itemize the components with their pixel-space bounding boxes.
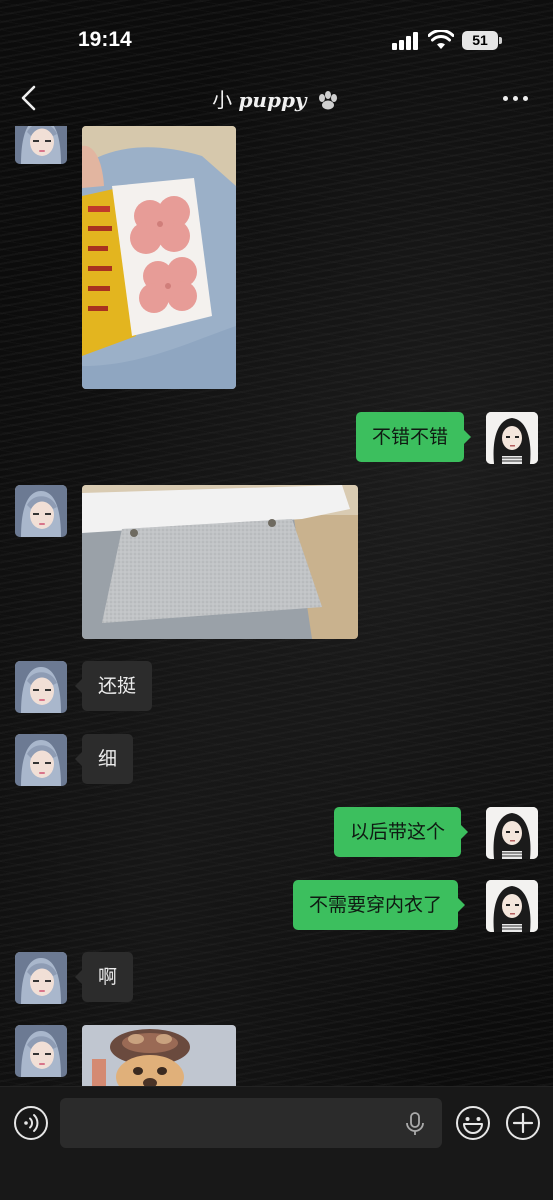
my-avatar[interactable] <box>486 412 538 464</box>
contact-avatar[interactable] <box>15 661 67 713</box>
status-time: 19:14 <box>78 28 132 51</box>
contact-avatar[interactable] <box>15 734 67 786</box>
voice-icon[interactable] <box>13 1105 49 1141</box>
status-bar: 19:14 51 <box>0 0 553 70</box>
wifi-icon <box>428 30 454 49</box>
contact-avatar[interactable] <box>15 952 67 1004</box>
paw-icon <box>318 91 337 110</box>
input-bar <box>0 1086 553 1200</box>
message-list[interactable]: 不错不错 还挺 细 以后带这个 不需要穿内衣了 啊 <box>0 126 553 1086</box>
contact-avatar[interactable] <box>15 485 67 537</box>
signal-icon <box>392 32 420 50</box>
contact-avatar[interactable] <box>15 126 67 164</box>
title-name: puppy <box>238 88 307 112</box>
message-image[interactable] <box>82 485 358 639</box>
title-prefix: 小 <box>212 88 233 112</box>
message-image[interactable] <box>82 126 236 389</box>
message-bubble-mine[interactable]: 不需要穿内衣了 <box>293 880 466 930</box>
microphone-icon[interactable] <box>404 1112 426 1136</box>
message-bubble-mine[interactable]: 不错不错 <box>356 412 472 462</box>
message-bubble-other[interactable]: 还挺 <box>74 661 153 711</box>
plus-icon[interactable] <box>505 1105 541 1141</box>
battery-icon: 51 <box>462 31 498 50</box>
my-avatar[interactable] <box>486 807 538 859</box>
more-dots-icon[interactable] <box>503 96 531 102</box>
emoji-icon[interactable] <box>455 1105 491 1141</box>
message-input[interactable] <box>60 1098 442 1148</box>
chat-title[interactable]: 小 puppy <box>0 84 553 113</box>
my-avatar[interactable] <box>486 880 538 932</box>
message-bubble-other[interactable]: 啊 <box>74 952 134 1002</box>
message-bubble-mine[interactable]: 以后带这个 <box>334 807 469 857</box>
battery-tip <box>499 37 502 44</box>
message-bubble-other[interactable]: 细 <box>74 734 134 784</box>
chat-header: 小 puppy <box>0 70 553 126</box>
message-image[interactable] <box>82 1025 236 1086</box>
contact-avatar[interactable] <box>15 1025 67 1077</box>
